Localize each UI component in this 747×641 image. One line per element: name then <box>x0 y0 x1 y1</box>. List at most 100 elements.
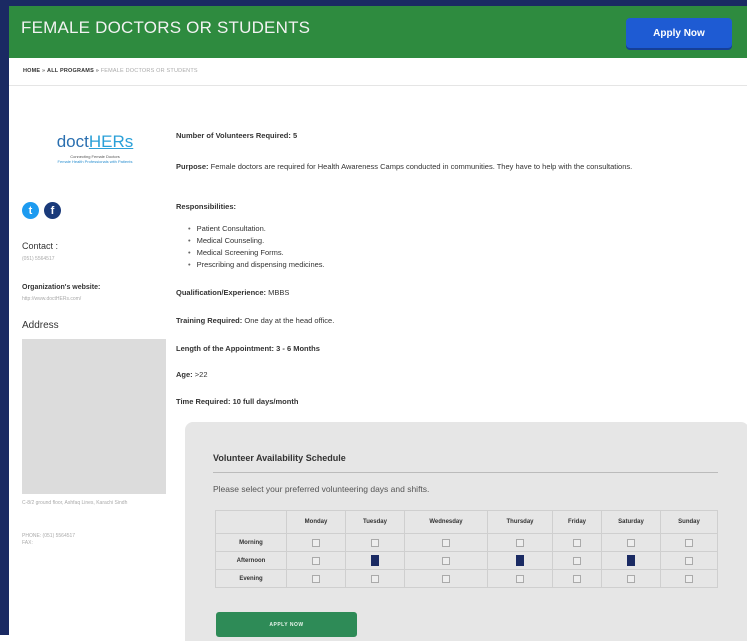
phone-text: PHONE: (051) 5564517 <box>22 533 76 539</box>
volunteers-required: Number of Volunteers Required: 5 <box>176 131 298 140</box>
social-links: t f <box>22 202 61 219</box>
list-item: Patient Consultation. <box>188 223 325 235</box>
schedule-cell <box>345 533 405 552</box>
logo-tagline-secondary: Female Health Professionals with Patient… <box>57 159 133 164</box>
time-required: Time Required: 10 full days/month <box>176 397 299 406</box>
training-value: One day at the head office. <box>244 316 335 325</box>
day-header: Thursday <box>487 510 553 534</box>
schedule-title: Volunteer Availability Schedule <box>213 453 346 463</box>
header-divider <box>9 85 747 86</box>
availability-checkbox[interactable] <box>627 555 635 566</box>
breadcrumb-programs[interactable]: ALL PROGRAMS <box>47 68 94 74</box>
schedule-divider <box>213 472 718 473</box>
schedule-cell <box>404 569 488 588</box>
day-header: Tuesday <box>345 510 405 534</box>
availability-checkbox[interactable] <box>442 538 450 547</box>
schedule-cell <box>404 551 488 570</box>
address-text: C-8/2 ground floor, Ashfaq Lines, Karach… <box>22 500 128 506</box>
schedule-cell <box>286 551 346 570</box>
table-row: Evening <box>215 569 718 588</box>
availability-checkbox[interactable] <box>442 556 450 565</box>
facebook-icon[interactable]: f <box>44 202 61 219</box>
schedule-cell <box>601 569 661 588</box>
schedule-cell <box>286 533 346 552</box>
schedule-cell <box>345 551 405 570</box>
availability-checkbox[interactable] <box>573 556 581 565</box>
volunteers-value: 5 <box>292 131 298 140</box>
organization-logo: doctHERs Connecting Female Doctors Femal… <box>30 132 160 164</box>
availability-checkbox[interactable] <box>685 574 693 583</box>
header-bar: FEMALE DOCTORS OR STUDENTS Apply Now <box>9 6 747 58</box>
contact-label: Contact : <box>22 241 59 251</box>
schedule-cell <box>552 533 602 552</box>
day-header: Sunday <box>660 510 718 534</box>
fax-text: FAX: <box>22 540 33 546</box>
table-row: Morning <box>215 533 718 552</box>
availability-checkbox[interactable] <box>516 555 524 566</box>
breadcrumb: HOME » ALL PROGRAMS » FEMALE DOCTORS OR … <box>23 68 198 74</box>
day-header: Saturday <box>601 510 661 534</box>
schedule-cell <box>601 551 661 570</box>
table-row: Afternoon <box>215 551 718 570</box>
schedule-cell <box>660 533 718 552</box>
shift-label: Evening <box>215 569 287 588</box>
age-value: >22 <box>194 370 208 379</box>
availability-checkbox[interactable] <box>685 556 693 565</box>
schedule-cell <box>601 533 661 552</box>
availability-checkbox[interactable] <box>573 538 581 547</box>
schedule-cell <box>404 533 488 552</box>
availability-checkbox[interactable] <box>685 538 693 547</box>
contact-value: (051) 5564517 <box>22 256 55 262</box>
qualification: Qualification/Experience: MBBS <box>176 288 290 297</box>
responsibilities-label: Responsibilities: <box>176 202 237 211</box>
breadcrumb-home[interactable]: HOME <box>23 68 40 74</box>
availability-checkbox[interactable] <box>627 574 635 583</box>
grid-corner <box>215 510 287 534</box>
address-label: Address <box>22 320 59 331</box>
breadcrumb-current: FEMALE DOCTORS OR STUDENTS <box>100 68 198 74</box>
apply-now-button[interactable]: Apply Now <box>626 18 732 48</box>
availability-checkbox[interactable] <box>442 574 450 583</box>
purpose: Purpose: Female doctors are required for… <box>176 162 633 171</box>
time-value: 10 full days/month <box>232 397 299 406</box>
logo-text-accent: HERs <box>88 132 134 151</box>
availability-checkbox[interactable] <box>312 556 320 565</box>
apply-now-bottom-button[interactable]: APPLY NOW <box>216 612 357 637</box>
day-header: Wednesday <box>404 510 488 534</box>
availability-checkbox[interactable] <box>516 538 524 547</box>
qualification-value: MBBS <box>268 288 290 297</box>
table-header-row: Monday Tuesday Wednesday Thursday Friday… <box>215 510 718 534</box>
availability-checkbox[interactable] <box>371 574 379 583</box>
schedule-grid-body: Morning Afternoon Evening <box>215 533 718 588</box>
twitter-icon[interactable]: t <box>22 202 39 219</box>
training: Training Required: One day at the head o… <box>176 316 335 325</box>
list-item: Medical Screening Forms. <box>188 247 325 259</box>
availability-checkbox[interactable] <box>312 538 320 547</box>
availability-checkbox[interactable] <box>573 574 581 583</box>
availability-checkbox[interactable] <box>516 574 524 583</box>
address-map[interactable] <box>22 339 166 494</box>
schedule-cell <box>345 569 405 588</box>
page-title: FEMALE DOCTORS OR STUDENTS <box>21 18 311 37</box>
schedule-cell <box>286 569 346 588</box>
page-frame: FEMALE DOCTORS OR STUDENTS Apply Now HOM… <box>0 0 747 641</box>
day-header: Monday <box>286 510 346 534</box>
list-item: Prescribing and dispensing medicines. <box>188 259 325 271</box>
website-label: Organization's website: <box>22 284 101 291</box>
schedule-cell <box>487 551 553 570</box>
age: Age: >22 <box>176 370 208 379</box>
schedule-cell <box>487 569 553 588</box>
website-link[interactable]: http://www.doctHERs.com/ <box>22 296 81 302</box>
availability-checkbox[interactable] <box>371 555 379 566</box>
availability-checkbox[interactable] <box>627 538 635 547</box>
availability-checkbox[interactable] <box>371 538 379 547</box>
length-value: 3 - 6 Months <box>276 344 320 353</box>
list-item: Medical Counseling. <box>188 235 325 247</box>
schedule-description: Please select your preferred volunteerin… <box>213 484 430 494</box>
shift-label: Afternoon <box>215 551 287 570</box>
availability-schedule: Volunteer Availability Schedule Please s… <box>185 422 747 641</box>
appointment-length: Length of the Appointment: 3 - 6 Months <box>176 344 320 353</box>
schedule-cell <box>660 569 718 588</box>
availability-checkbox[interactable] <box>312 574 320 583</box>
schedule-cell <box>552 569 602 588</box>
